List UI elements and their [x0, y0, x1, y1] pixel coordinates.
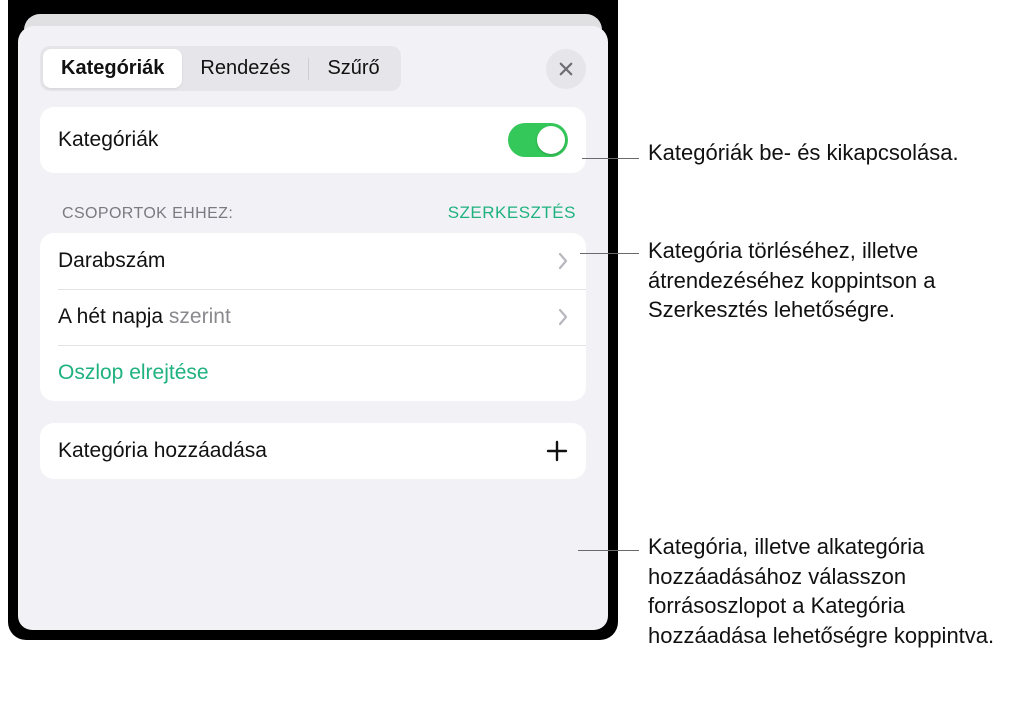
add-category-label: Kategória hozzáadása — [58, 439, 267, 463]
tab-filter-label: Szűrő — [327, 57, 379, 79]
chevron-right-icon — [558, 252, 568, 270]
chevron-right-icon — [558, 308, 568, 326]
tab-sort-label: Rendezés — [200, 57, 290, 79]
close-button[interactable] — [546, 49, 586, 89]
tab-categories[interactable]: Kategóriák — [43, 49, 182, 88]
callout-leader — [582, 158, 639, 159]
add-category-button[interactable]: Kategória hozzáadása — [40, 423, 586, 479]
tab-categories-label: Kategóriák — [61, 57, 164, 79]
group-row-count-label: Darabszám — [58, 249, 165, 273]
edit-button[interactable]: SZERKESZTÉS — [448, 203, 580, 223]
callout-leader — [580, 253, 639, 254]
groups-section-title: CSOPORTOK EHHEZ: — [62, 205, 233, 223]
categories-toggle-card: Kategóriák — [40, 107, 586, 173]
sheet-header: Kategóriák Rendezés Szűrő — [18, 26, 608, 107]
categories-toggle[interactable] — [508, 123, 568, 157]
plus-icon — [546, 440, 568, 462]
callout-add: Kategória, illetve alkategória hozzáadás… — [648, 532, 1008, 651]
add-category-card: Kategória hozzáadása — [40, 423, 586, 479]
callout-leader — [578, 550, 639, 551]
group-row-weekday[interactable]: A hét napja szerint — [40, 289, 586, 345]
categories-toggle-row: Kategóriák — [40, 107, 586, 173]
hide-column-button[interactable]: Oszlop elrejtése — [40, 345, 586, 401]
close-icon — [557, 60, 575, 78]
callout-edit: Kategória törléséhez, illetve átrendezés… — [648, 236, 1008, 325]
tab-filter[interactable]: Szűrő — [309, 49, 397, 88]
group-row-weekday-label: A hét napja szerint — [58, 305, 231, 329]
callout-toggle: Kategóriák be- és kikapcsolása. — [648, 138, 1008, 168]
group-row-count[interactable]: Darabszám — [40, 233, 586, 289]
categories-toggle-label: Kategóriák — [58, 128, 158, 152]
sheet: Kategóriák Rendezés Szűrő — [18, 26, 608, 630]
device-frame: Kategóriák Rendezés Szűrő — [8, 0, 618, 640]
groups-section-header: CSOPORTOK EHHEZ: SZERKESZTÉS — [40, 173, 586, 233]
segmented-control: Kategóriák Rendezés Szűrő — [40, 46, 401, 91]
tab-sort[interactable]: Rendezés — [182, 49, 308, 88]
hide-column-label: Oszlop elrejtése — [58, 361, 209, 385]
groups-card: Darabszám A hét napja szerint — [40, 233, 586, 401]
